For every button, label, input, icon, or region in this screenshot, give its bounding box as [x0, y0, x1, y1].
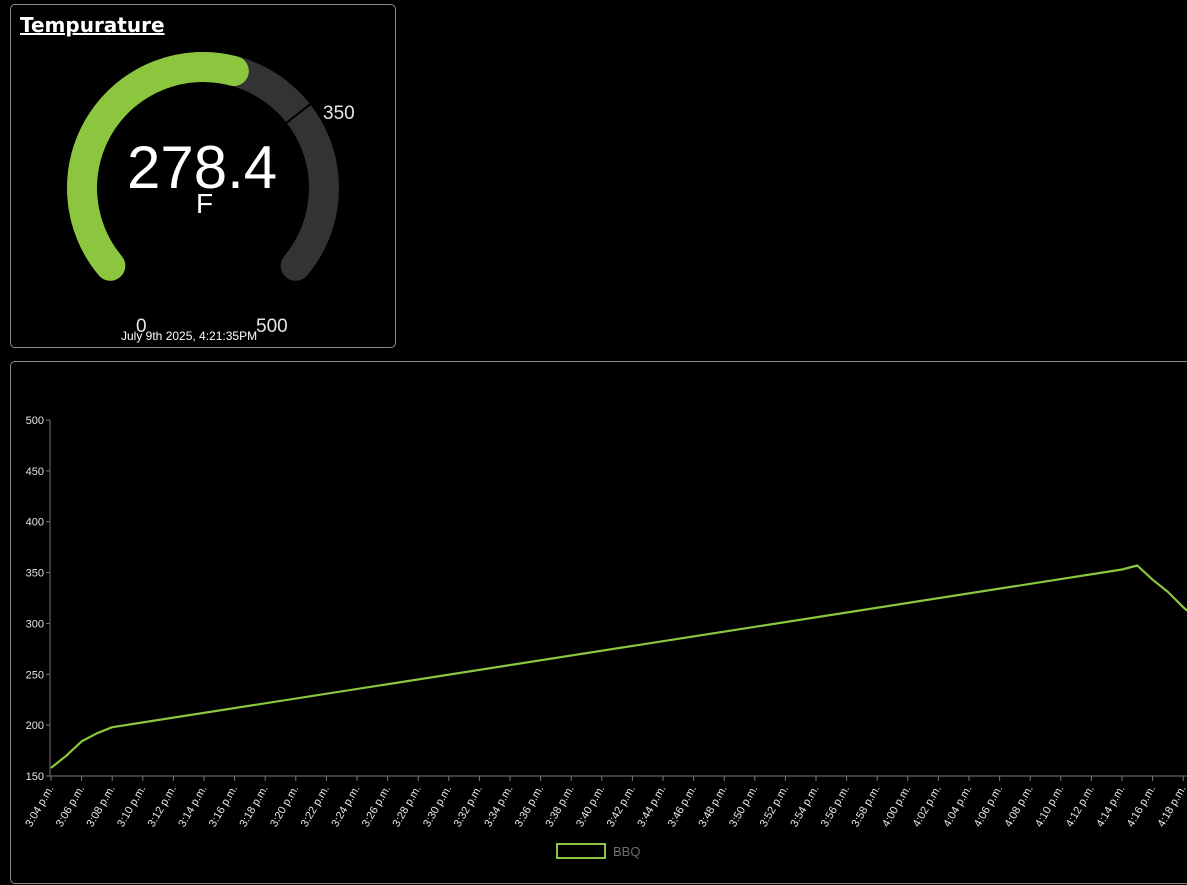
y-tick-label: 300: [26, 618, 44, 630]
gauge-max-label: 500: [256, 316, 288, 337]
x-tick-label: 3:24 p.m.: [329, 784, 362, 830]
y-tick-label: 500: [26, 415, 44, 427]
legend-label-bbq[interactable]: BBQ: [613, 844, 640, 859]
x-tick-label: 3:58 p.m.: [849, 784, 882, 830]
line-chart: 150 200 250 300 350 400 450 500 3:04 p.m.3:06 p…: [23, 415, 1187, 859]
x-tick-label: 3:34 p.m.: [482, 784, 515, 830]
x-tick-label: 4:14 p.m.: [1094, 784, 1127, 830]
x-tick-label: 3:42 p.m.: [605, 784, 638, 830]
x-tick-label: 4:06 p.m.: [972, 784, 1005, 830]
gauge-title: Tempurature: [20, 13, 165, 37]
y-tick-label: 450: [26, 466, 44, 478]
y-tick-label: 150: [26, 771, 44, 783]
x-tick-label: 3:30 p.m.: [421, 784, 454, 830]
y-tick-label: 400: [26, 517, 44, 529]
x-tick-label: 3:40 p.m.: [574, 784, 607, 830]
x-tick-label: 3:18 p.m.: [237, 784, 270, 830]
x-tick-label: 3:16 p.m.: [207, 784, 240, 830]
x-tick-label: 3:10 p.m.: [115, 784, 148, 830]
x-tick-label: 4:00 p.m.: [880, 784, 913, 830]
x-tick-label: 4:10 p.m.: [1033, 784, 1066, 830]
x-tick-label: 3:26 p.m.: [360, 784, 393, 830]
series-layer: [50, 564, 1187, 769]
y-tick-label: 200: [26, 720, 44, 732]
x-tick-label: 3:50 p.m.: [727, 784, 760, 830]
x-tick-label: 4:12 p.m.: [1064, 784, 1097, 830]
x-tick-label: 3:12 p.m.: [146, 784, 179, 830]
x-tick-label: 3:54 p.m.: [788, 784, 821, 830]
y-tick-label: 350: [26, 568, 44, 580]
x-tick-label: 4:04 p.m.: [941, 784, 974, 830]
x-tick-label: 3:14 p.m.: [176, 784, 209, 830]
series-line-bbq: [50, 564, 1187, 769]
temperature-gauge-card: 350 0 500 Tempurature 278.4 F July 9th 2…: [10, 4, 396, 348]
x-tick-label: 3:06 p.m.: [54, 784, 87, 830]
x-axis: 3:04 p.m.3:06 p.m.3:08 p.m.3:10 p.m.3:12…: [23, 775, 1187, 830]
x-tick-label: 4:08 p.m.: [1002, 783, 1035, 829]
gauge-unit: F: [196, 188, 214, 219]
x-tick-label: 3:20 p.m.: [268, 784, 301, 830]
x-tick-label: 3:48 p.m.: [696, 784, 729, 830]
x-tick-label: 3:52 p.m.: [758, 784, 791, 830]
x-tick-label: 3:04 p.m.: [23, 784, 56, 830]
gauge-marker-label: 350: [323, 103, 355, 124]
y-tick-label: 250: [26, 669, 44, 681]
x-tick-label: 3:22 p.m.: [299, 784, 332, 830]
x-tick-label: 3:08 p.m.: [84, 784, 117, 830]
y-axis: 150 200 250 300 350 400 450 500: [26, 415, 51, 783]
legend[interactable]: BBQ: [556, 843, 640, 859]
x-tick-label: 3:28 p.m.: [390, 784, 423, 830]
x-tick-label: 3:36 p.m.: [513, 784, 546, 830]
x-tick-label: 3:46 p.m.: [666, 784, 699, 830]
temperature-history-chart-card: 150 200 250 300 350 400 450 500 3:04 p.m. 3:06 p…: [10, 361, 1187, 884]
x-tick-label: 3:56 p.m.: [819, 784, 852, 830]
gauge-timestamp: July 9th 2025, 4:21:35PM: [121, 329, 258, 343]
legend-swatch-bbq[interactable]: [556, 843, 606, 859]
x-tick-label: 4:16 p.m.: [1125, 784, 1158, 830]
x-tick-label: 4:02 p.m.: [911, 784, 944, 830]
x-tick-label: 4:18 p.m.: [1155, 784, 1187, 830]
x-tick-label: 3:44 p.m.: [635, 784, 668, 830]
x-tick-label: 3:38 p.m.: [543, 784, 576, 830]
x-tick-label: 3:32 p.m.: [452, 784, 485, 830]
